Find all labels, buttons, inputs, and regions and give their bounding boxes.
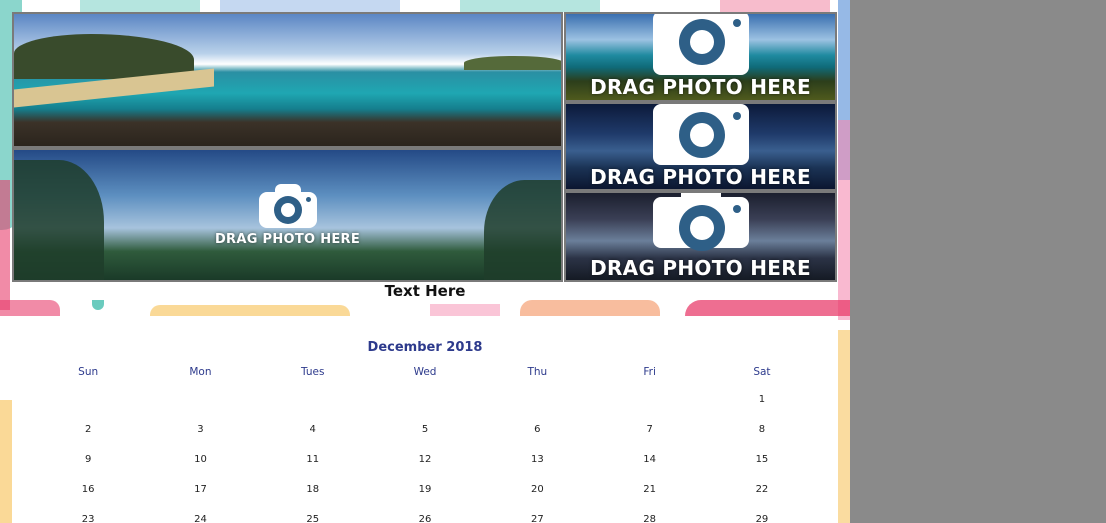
calendar-page-canvas: DRAG PHOTO HERE DRAG PHOTO HERE DRAG PHO… [0,0,850,523]
calendar-day: 25 [306,514,320,523]
calendar-day: 1 [758,394,766,405]
calendar-day: 23 [81,514,95,523]
workspace-background [850,0,1106,523]
calendar-day: 12 [418,454,432,465]
calendar-day [369,394,481,424]
calendar-day: 6 [534,424,541,435]
calendar-day: 8 [758,424,766,435]
calendar-day: 10 [194,454,207,465]
calendar-day: 18 [306,484,320,495]
photo-slot-lake[interactable]: DRAG PHOTO HERE [12,148,563,282]
calendar-day [257,394,369,424]
calendar-day: 27 [530,514,544,523]
calendar-day: 24 [194,514,207,523]
calendar-day: 2 [84,424,92,435]
calendar-day: 9 [84,454,92,465]
calendar-day: 15 [755,454,769,465]
calendar-day: 21 [643,484,656,495]
caption-text[interactable]: Text Here [0,282,850,300]
calendar-day: 16 [81,484,95,495]
calendar-grid: Sun Mon Tues Wed Thu Fri Sat 1 2 3 4 5 6… [32,366,818,523]
drag-photo-label: DRAG PHOTO HERE [590,75,811,99]
calendar-day: 5 [421,424,429,435]
weekday-header: Mon [189,366,212,378]
weekday-header: Sun [78,366,99,378]
drag-photo-placeholder[interactable]: DRAG PHOTO HERE [14,150,561,280]
calendar-panel: December 2018 Sun Mon Tues Wed Thu Fri S… [13,316,837,523]
camera-icon [652,104,749,165]
month-title: December 2018 [367,340,483,355]
photo-island [464,56,561,70]
drag-photo-placeholder[interactable]: DRAG PHOTO HERE [566,104,835,189]
weekday-header: Wed [413,366,437,378]
drag-photo-placeholder[interactable]: DRAG PHOTO HERE [566,193,835,280]
photo-slot-beach[interactable] [12,12,563,148]
calendar-day: 22 [755,484,769,495]
calendar-day [144,394,256,424]
drag-photo-placeholder[interactable]: DRAG PHOTO HERE [566,14,835,100]
calendar-day [32,394,144,424]
camera-icon [652,193,749,251]
weekday-header: Tues [301,366,325,378]
calendar-day: 7 [646,424,653,435]
camera-icon [652,14,749,75]
photo-slot-dusk[interactable]: DRAG PHOTO HERE [564,102,837,191]
drag-photo-label: DRAG PHOTO HERE [590,256,811,280]
calendar-day: 4 [309,424,316,435]
calendar-day: 17 [194,484,207,495]
weekday-header: Thu [527,366,548,378]
drag-photo-label: DRAG PHOTO HERE [214,231,361,247]
calendar-day: 20 [530,484,544,495]
calendar-day: 29 [755,514,769,523]
photo-hill [14,34,194,79]
calendar-day: 13 [530,454,544,465]
calendar-day: 11 [306,454,320,465]
calendar-day: 19 [418,484,432,495]
photo-slot-coast[interactable]: DRAG PHOTO HERE [564,12,837,102]
calendar-day: 3 [197,424,204,435]
calendar-day [481,394,593,424]
weekday-header: Sat [753,366,771,378]
weekday-header: Fri [643,366,656,378]
drag-photo-label: DRAG PHOTO HERE [590,165,811,189]
calendar-day [593,394,705,424]
calendar-day: 28 [643,514,656,523]
calendar-day: 26 [418,514,432,523]
calendar-day: 14 [643,454,656,465]
camera-icon [258,183,317,228]
photo-slot-rocks[interactable]: DRAG PHOTO HERE [564,191,837,282]
